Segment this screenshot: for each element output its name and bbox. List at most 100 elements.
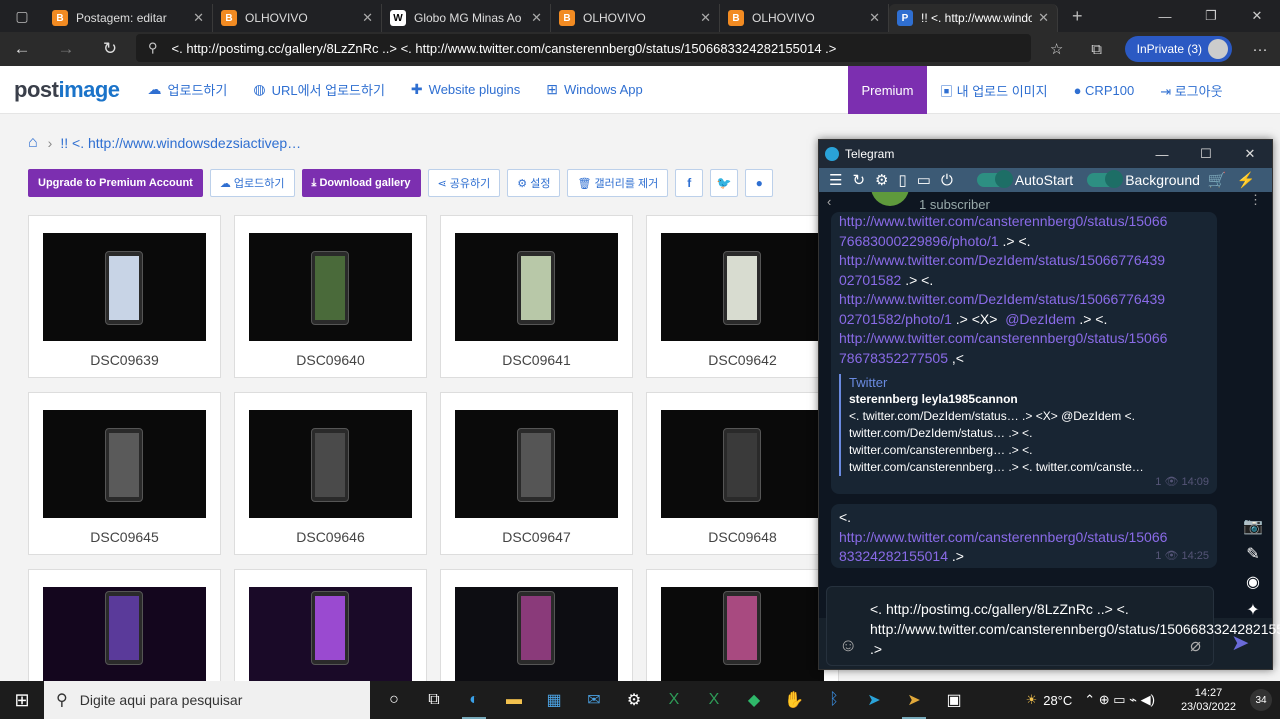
gallery-card[interactable] bbox=[28, 569, 221, 683]
edge-icon[interactable]: ◐ bbox=[454, 681, 494, 719]
reload-icon[interactable]: ↻ bbox=[852, 171, 865, 189]
gallery-card[interactable] bbox=[234, 569, 427, 683]
gallery-thumbnail[interactable] bbox=[455, 587, 618, 683]
menu-plugins[interactable]: ✚ Website plugins bbox=[411, 80, 520, 99]
start-windows-icon[interactable]: ⊞ bbox=[0, 690, 44, 711]
telegram-minimize-icon[interactable]: — bbox=[1140, 140, 1184, 168]
more-icon[interactable]: ··· bbox=[1240, 41, 1280, 58]
msg1-link[interactable]: 76683000229896/photo/1 bbox=[839, 233, 999, 249]
terminal-icon[interactable]: ▣ bbox=[934, 681, 974, 719]
pinned-app-icon[interactable]: ➤ bbox=[894, 681, 934, 719]
power-icon[interactable]: ⏻ bbox=[941, 172, 953, 189]
gallery-thumbnail[interactable] bbox=[455, 233, 618, 341]
msg2-link[interactable]: http://www.twitter.com/cansterennberg0/s… bbox=[839, 529, 1167, 545]
upload-button[interactable]: ☁ 업로드하기 bbox=[209, 169, 295, 197]
msg1-link[interactable]: http://www.twitter.com/DezIdem/status/15… bbox=[839, 252, 1165, 268]
task-view-icon[interactable]: ⧉ bbox=[414, 681, 454, 719]
upgrade-button[interactable]: Upgrade to Premium Account bbox=[28, 169, 203, 197]
remove-gallery-button[interactable]: 🗑 갤러리를 제거 bbox=[567, 169, 669, 197]
mail-icon[interactable]: ✉ bbox=[574, 681, 614, 719]
minimize-icon[interactable]: — bbox=[1142, 0, 1188, 32]
emoji-icon[interactable]: ☺ bbox=[839, 635, 857, 656]
msg1-link[interactable]: 78678352277505 bbox=[839, 350, 948, 366]
message-bubble-1[interactable]: http://www.twitter.com/cansterennberg0/s… bbox=[831, 212, 1217, 494]
address-bar[interactable]: ⚲ <. http://postimg.cc/gallery/8LzZnRc .… bbox=[136, 34, 1031, 62]
eye-icon[interactable]: ◉ bbox=[1242, 572, 1264, 600]
gallery-card[interactable]: DSC09641 bbox=[440, 215, 633, 378]
message-input[interactable]: ☺ <. http://postimg.cc/gallery/8LzZnRc .… bbox=[826, 586, 1280, 666]
menu-windows-app[interactable]: ⊞ Windows App bbox=[546, 80, 643, 99]
gallery-thumbnail[interactable] bbox=[249, 233, 412, 341]
cart-icon[interactable]: 🛒 bbox=[1208, 171, 1227, 189]
tab-close-icon[interactable]: ✕ bbox=[1038, 10, 1049, 26]
taskbar-search[interactable]: ⚲ Digite aqui para pesquisar bbox=[44, 681, 370, 719]
tab-close-icon[interactable]: ✕ bbox=[700, 10, 711, 26]
gallery-card[interactable]: DSC09648 bbox=[646, 392, 839, 555]
msg1-link[interactable]: 02701582 bbox=[839, 272, 901, 288]
telegram-close-icon[interactable]: ✕ bbox=[1228, 140, 1272, 168]
browser-tab[interactable]: B OLHOVIVO ✕ bbox=[213, 4, 382, 32]
forward-icon[interactable]: → bbox=[44, 39, 88, 59]
back-arrow-icon[interactable]: ‹ bbox=[827, 194, 831, 209]
browser-tab[interactable]: P !! <. http://www.windo ✕ bbox=[889, 4, 1058, 32]
camera-icon[interactable]: 📷 bbox=[1242, 516, 1264, 544]
file-explorer-icon[interactable]: ▬ bbox=[494, 681, 534, 719]
tab-close-icon[interactable]: ✕ bbox=[531, 10, 542, 26]
msg2-link[interactable]: 83324282155014 bbox=[839, 548, 948, 564]
back-icon[interactable]: ← bbox=[0, 39, 44, 59]
gallery-thumbnail[interactable] bbox=[43, 233, 206, 341]
gallery-thumbnail[interactable] bbox=[43, 410, 206, 518]
phone-icon[interactable]: ▯ bbox=[898, 171, 906, 189]
gallery-card[interactable]: DSC09647 bbox=[440, 392, 633, 555]
collections-icon[interactable]: ⧉ bbox=[1077, 41, 1117, 58]
download-gallery-button[interactable]: ⤓ Download gallery bbox=[301, 169, 421, 197]
breadcrumb-gallery[interactable]: !! <. http://www.windowsdezsiactivep… bbox=[60, 135, 301, 151]
msg1-mention[interactable]: @DezIdem bbox=[1005, 311, 1075, 327]
excel-icon-2[interactable]: X bbox=[694, 681, 734, 719]
browser-tab[interactable]: B OLHOVIVO ✕ bbox=[720, 4, 889, 32]
gallery-thumbnail[interactable] bbox=[249, 587, 412, 683]
twitter-icon[interactable]: 🐦 bbox=[710, 169, 739, 197]
clock[interactable]: 14:27 23/03/2022 bbox=[1181, 686, 1236, 714]
gallery-thumbnail[interactable] bbox=[661, 233, 824, 341]
menu-upload[interactable]: ☁ 업로드하기 bbox=[148, 80, 228, 99]
menu-logout[interactable]: ⇥ 로그아웃 bbox=[1160, 81, 1222, 100]
attach-icon[interactable]: ⌀ bbox=[1190, 635, 1201, 656]
gallery-thumbnail[interactable] bbox=[249, 410, 412, 518]
browser-tab[interactable]: B Postagem: editar ✕ bbox=[44, 4, 213, 32]
tab-close-icon[interactable]: ✕ bbox=[869, 10, 880, 26]
hamburger-icon[interactable]: ☰ bbox=[829, 171, 842, 189]
autostart-toggle[interactable] bbox=[976, 170, 1013, 188]
favorites-icon[interactable]: ☆ bbox=[1037, 40, 1077, 58]
msg1-link[interactable]: 02701582/photo/1 bbox=[839, 311, 952, 327]
app-icon[interactable]: ✋ bbox=[774, 681, 814, 719]
tab-close-icon[interactable]: ✕ bbox=[193, 10, 204, 26]
maps-icon[interactable]: ◆ bbox=[734, 681, 774, 719]
background-toggle[interactable] bbox=[1087, 170, 1124, 188]
messenger-icon[interactable]: ⚡ bbox=[1237, 171, 1256, 189]
tray-icons[interactable]: ⌃ ⊕ ▭ ⌁ ◀) bbox=[1084, 692, 1155, 708]
close-icon[interactable]: ✕ bbox=[1234, 0, 1280, 32]
gallery-card[interactable]: DSC09640 bbox=[234, 215, 427, 378]
telegram-maximize-icon[interactable]: ☐ bbox=[1184, 140, 1228, 168]
telegram-icon[interactable]: ➤ bbox=[854, 681, 894, 719]
facebook-icon[interactable]: f bbox=[675, 169, 704, 197]
gallery-card[interactable]: DSC09639 bbox=[28, 215, 221, 378]
link-preview[interactable]: Twitter sterennberg leyla1985cannon <. t… bbox=[839, 374, 1209, 476]
tab-actions-icon[interactable]: ▢ bbox=[0, 0, 44, 32]
menu-url-upload[interactable]: ◍ URL에서 업로드하기 bbox=[253, 80, 385, 99]
gallery-card[interactable] bbox=[646, 569, 839, 683]
msg1-link[interactable]: http://www.twitter.com/cansterennberg0/s… bbox=[839, 213, 1167, 229]
weather-icon[interactable]: ☀ bbox=[1026, 692, 1038, 708]
msg1-link[interactable]: http://www.twitter.com/DezIdem/status/15… bbox=[839, 291, 1165, 307]
tablet-icon[interactable]: ▭ bbox=[917, 171, 931, 189]
gallery-thumbnail[interactable] bbox=[661, 410, 824, 518]
settings-icon[interactable]: ⚙ bbox=[614, 681, 654, 719]
postimage-logo[interactable]: postimage bbox=[14, 77, 120, 103]
browser-tab[interactable]: W Globo MG Minas Ao V ✕ bbox=[382, 4, 551, 32]
reddit-icon[interactable]: ● bbox=[745, 169, 774, 197]
excel-icon[interactable]: X bbox=[654, 681, 694, 719]
gallery-thumbnail[interactable] bbox=[455, 410, 618, 518]
message-bubble-2[interactable]: <. http://www.twitter.com/cansterennberg… bbox=[831, 504, 1217, 568]
inprivate-button[interactable]: InPrivate (3) bbox=[1124, 36, 1232, 62]
